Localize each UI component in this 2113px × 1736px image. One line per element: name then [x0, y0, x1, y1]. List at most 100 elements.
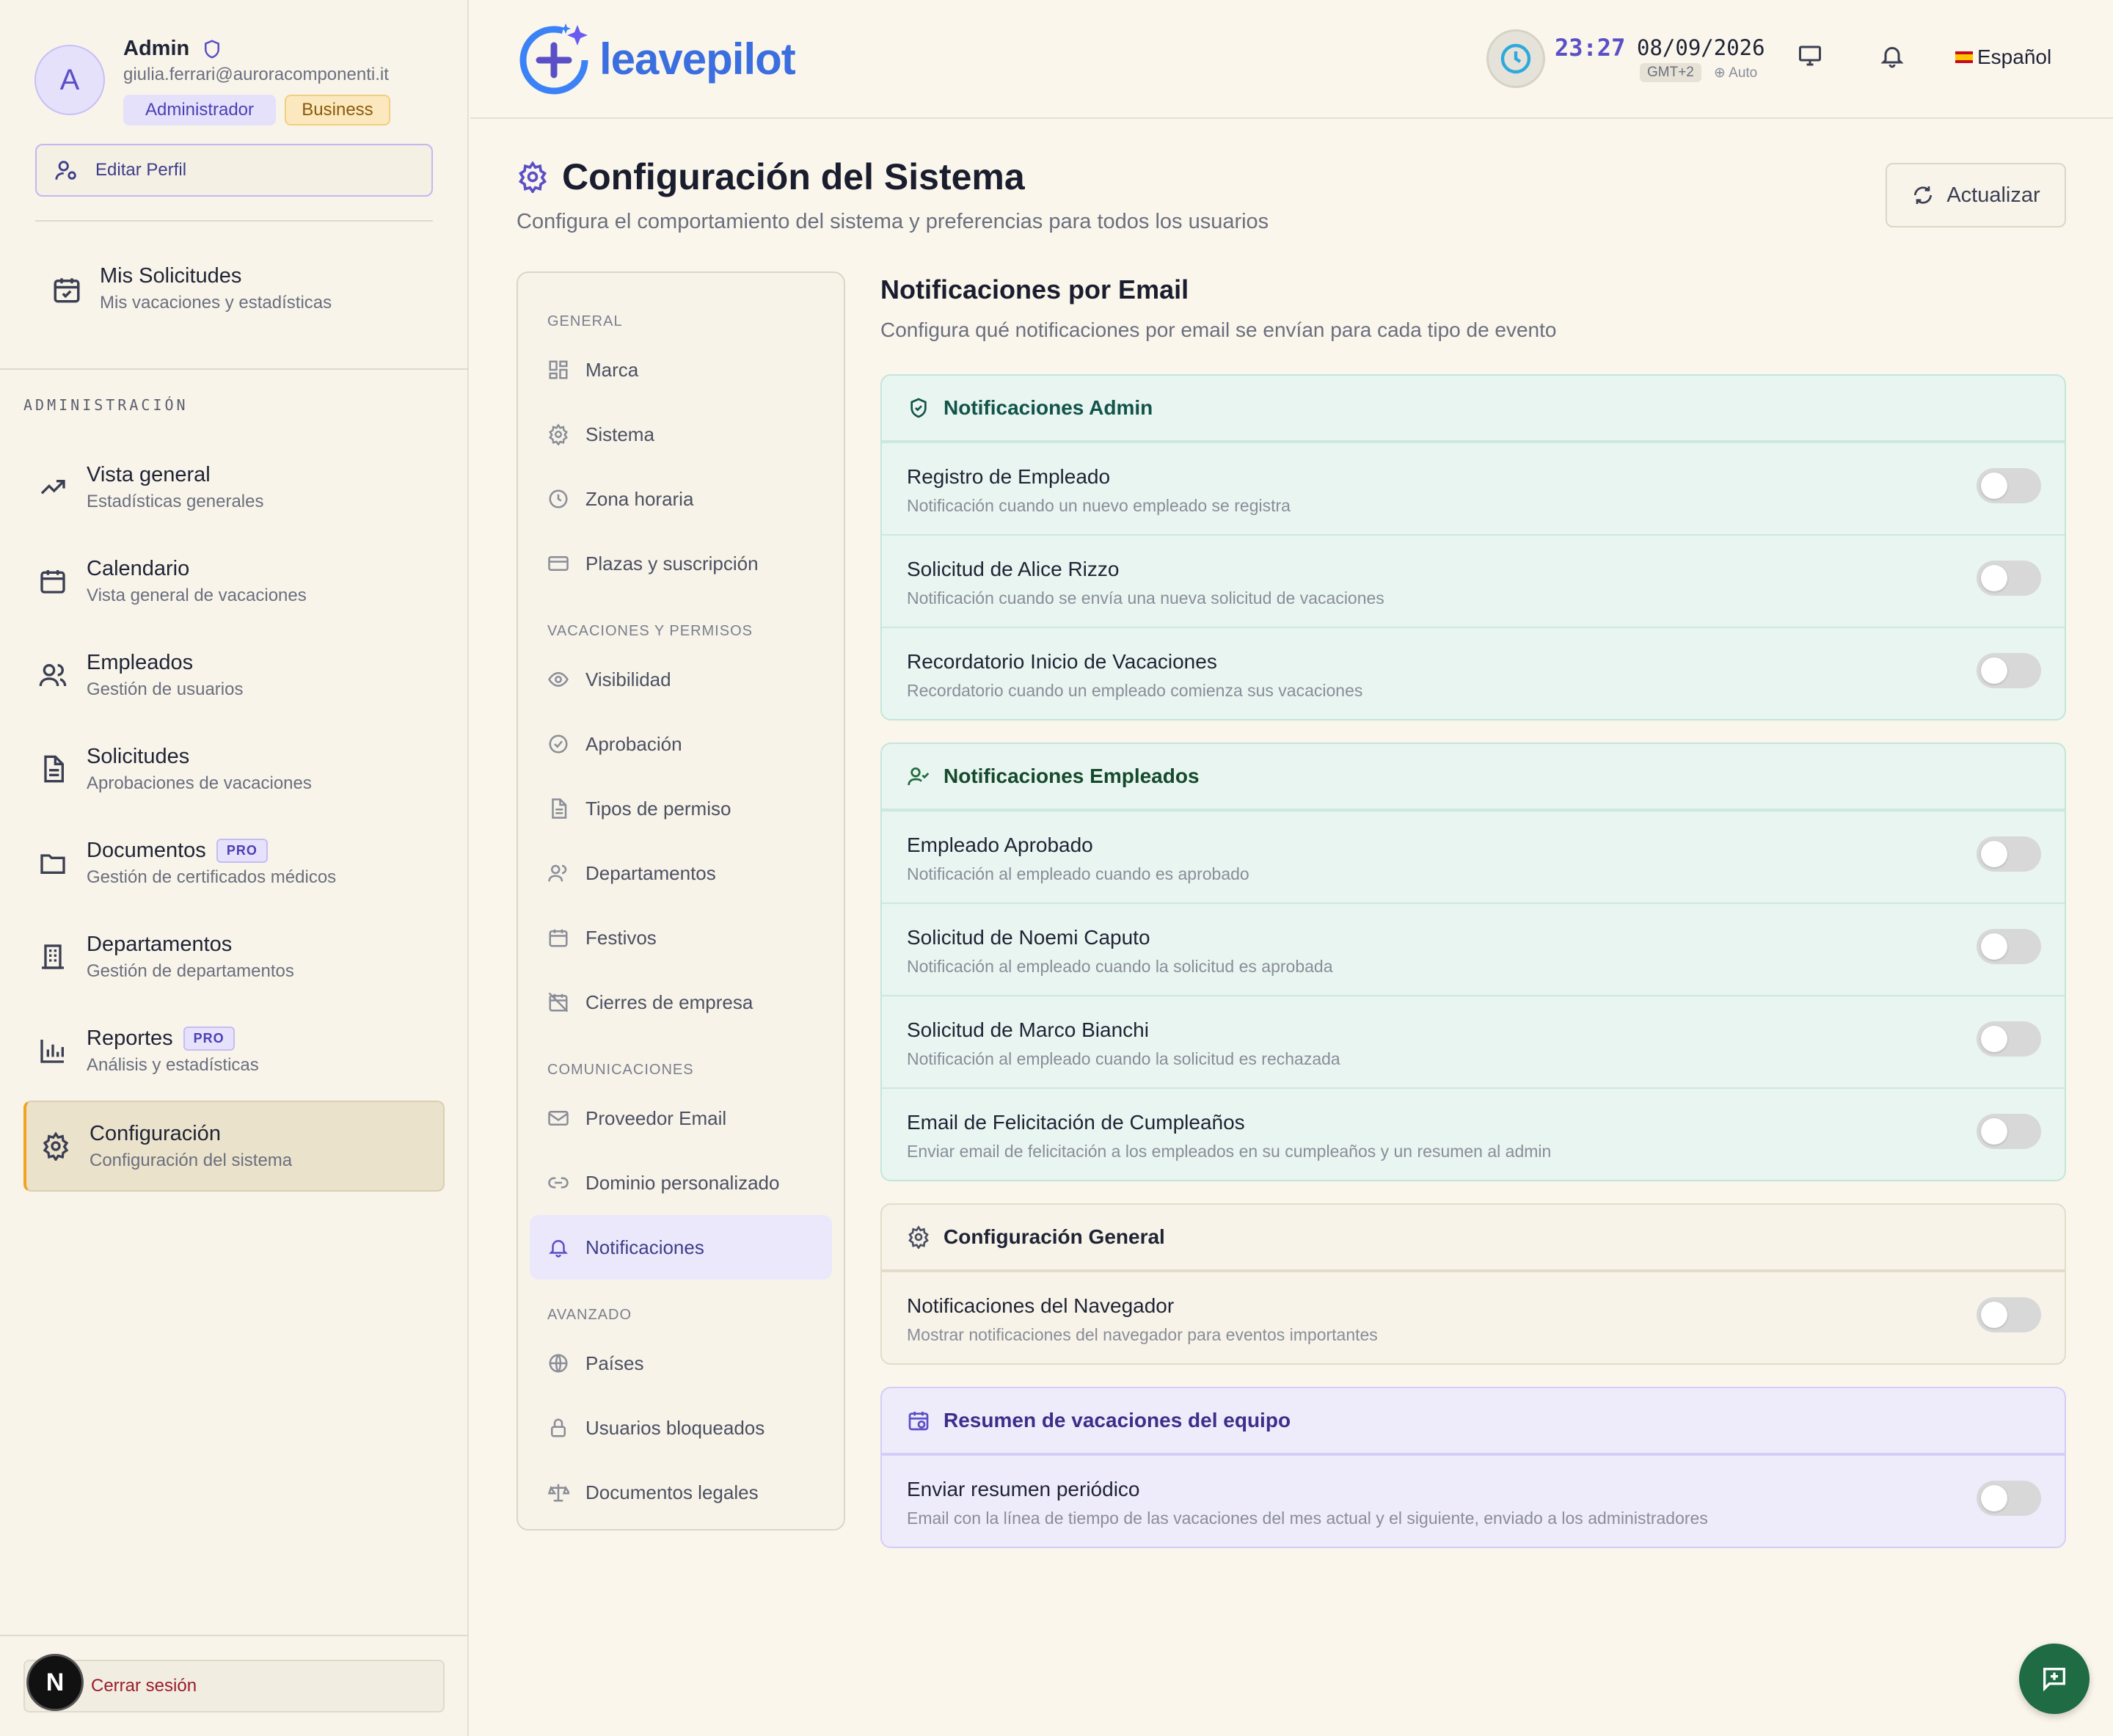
settings-item-label: Marca [585, 358, 639, 381]
toggle-switch[interactable] [1977, 1021, 2041, 1057]
card-header: Notificaciones Empleados [882, 744, 2065, 810]
setting-desc: Notificación cuando un nuevo empleado se… [907, 496, 1291, 515]
setting-title: Solicitud de Marco Bianchi [907, 1018, 1149, 1041]
settings-item-label: Dominio personalizado [585, 1171, 780, 1194]
toggle-switch[interactable] [1977, 1481, 2041, 1516]
toggle-switch[interactable] [1977, 561, 2041, 596]
document-icon [44, 755, 64, 783]
toggle-switch[interactable] [1977, 653, 2041, 688]
settings-item-departamentos[interactable]: Departamentos [530, 841, 832, 905]
nav-item-reportes[interactable]: Reportes PRO Análisis y estadísticas [23, 1004, 445, 1098]
my-requests-link[interactable]: Mis Solicitudes Mis vacaciones y estadís… [51, 264, 332, 313]
refresh-button[interactable]: Actualizar [1886, 163, 2066, 227]
profile-email: giulia.ferrari@auroracomponenti.it [123, 65, 389, 84]
bar-chart-icon [40, 1040, 64, 1063]
user-avatar-badge[interactable]: N [26, 1654, 84, 1711]
credit-card-icon [548, 556, 569, 571]
users-icon [39, 664, 67, 687]
settings-item-cierres[interactable]: Cierres de empresa [530, 970, 832, 1035]
logout-button[interactable]: Cerrar sesión [23, 1660, 445, 1713]
settings-item-zona-horaria[interactable]: Zona horaria [530, 467, 832, 531]
settings-item-festivos[interactable]: Festivos [530, 905, 832, 970]
settings-item-label: Departamentos [585, 861, 716, 884]
message-plus-icon [2043, 1668, 2065, 1692]
settings-item-label: Visibilidad [585, 668, 671, 690]
toggle-switch[interactable] [1977, 929, 2041, 964]
plan-badge: Business [285, 95, 390, 125]
nav-item-departamentos[interactable]: Departamentos Gestión de departamentos [23, 910, 445, 1004]
card-title: Notificaciones Admin [944, 396, 1153, 419]
time-display: 23:27 [1555, 34, 1626, 62]
settings-item-label: Plazas y suscripción [585, 552, 759, 575]
settings-item-visibilidad[interactable]: Visibilidad [530, 647, 832, 712]
logo[interactable]: leavepilot [517, 21, 796, 97]
globe-icon [549, 1354, 568, 1373]
nav-item-calendario[interactable]: Calendario Vista general de vacaciones [23, 534, 445, 628]
card-header: Resumen de vacaciones del equipo [882, 1388, 2065, 1454]
bell-icon[interactable] [1879, 43, 1905, 69]
setting-row: Solicitud de Marco Bianchi Notificación a… [882, 995, 2065, 1087]
nav-item-title: Vista general [87, 462, 211, 486]
card-title: Configuración General [944, 1225, 1165, 1248]
setting-row: Recordatorio Inicio de Vacaciones Recorda… [882, 627, 2065, 719]
clock-button[interactable] [1486, 29, 1545, 88]
edit-profile-button[interactable]: Editar Perfil [35, 144, 433, 197]
settings-group-title: COMUNICACIONES [547, 1061, 694, 1078]
settings-item-tipos-permiso[interactable]: Tipos de permiso [530, 776, 832, 841]
feedback-button[interactable] [2019, 1644, 2090, 1714]
settings-item-label: Cierres de empresa [585, 991, 753, 1013]
nav-item-title: Documentos [87, 838, 206, 862]
gear-icon [518, 161, 547, 193]
setting-desc: Notificación cuando se envía una nueva s… [907, 588, 1384, 608]
settings-item-label: Proveedor Email [585, 1106, 727, 1129]
setting-title: Solicitud de Alice Rizzo [907, 558, 1120, 580]
nav-item-empleados[interactable]: Empleados Gestión de usuarios [23, 628, 445, 722]
date-display: 08/09/2026 [1637, 35, 1765, 60]
monitor-icon[interactable] [1797, 43, 1823, 69]
setting-title: Empleado Aprobado [907, 834, 1093, 856]
main-content: Notificaciones por Email Configura qué n… [880, 274, 2066, 1548]
toggle-switch[interactable] [1977, 1114, 2041, 1149]
nav-item-subtitle: Vista general de vacaciones [87, 585, 307, 605]
spain-flag-icon [1955, 51, 1973, 63]
setting-row: Solicitud de Alice Rizzo Notificación cua… [882, 534, 2065, 627]
mail-icon [548, 1111, 569, 1126]
setting-desc: Enviar email de felicitación a los emple… [907, 1142, 1552, 1161]
setting-row: Solicitud de Noemi Caputo Notificación al… [882, 902, 2065, 995]
nav-item-solicitudes[interactable]: Solicitudes Aprobaciones de vacaciones [23, 722, 445, 816]
setting-desc: Email con la línea de tiempo de las vaca… [907, 1509, 1708, 1528]
settings-item-marca[interactable]: Marca [530, 338, 832, 402]
plus-circle-logo-icon [519, 23, 588, 95]
pro-badge: PRO [216, 838, 268, 863]
nav-item-title-row: Documentos PRO [87, 838, 336, 863]
toggle-switch[interactable] [1977, 1297, 2041, 1332]
settings-item-sistema[interactable]: Sistema [530, 402, 832, 467]
setting-title: Solicitud de Noemi Caputo [907, 926, 1150, 949]
avatar[interactable]: A [34, 45, 105, 115]
settings-item-notificaciones[interactable]: Notificaciones [530, 1215, 832, 1280]
settings-item-documentos-legales[interactable]: Documentos legales [530, 1460, 832, 1525]
language-selector[interactable]: Español [1955, 45, 2051, 69]
role-badge: Administrador [123, 95, 276, 125]
settings-item-plazas[interactable]: Plazas y suscripción [530, 531, 832, 596]
nav-item-configuracion[interactable]: Configuración Configuración del sistema [23, 1101, 445, 1192]
settings-item-aprobacion[interactable]: Aprobación [530, 712, 832, 776]
my-requests-subtitle: Mis vacaciones y estadísticas [100, 293, 332, 313]
settings-item-usuarios-bloqueados[interactable]: Usuarios bloqueados [530, 1396, 832, 1460]
admin-nav: Vista general Estadísticas generales Cale… [23, 440, 445, 1192]
nav-item-subtitle: Gestión de departamentos [87, 960, 294, 981]
settings-item-proveedor-email[interactable]: Proveedor Email [530, 1086, 832, 1150]
setting-row: Empleado Aprobado Notificación al emplead… [882, 810, 2065, 902]
toggle-switch[interactable] [1977, 468, 2041, 503]
nav-item-title-row: Reportes PRO [87, 1026, 259, 1051]
settings-item-paises[interactable]: Países [530, 1331, 832, 1396]
toggle-switch[interactable] [1977, 836, 2041, 872]
nav-item-vista-general[interactable]: Vista general Estadísticas generales [23, 440, 445, 534]
page-header: Configuración del Sistema [517, 156, 1025, 198]
check-circle-icon [549, 734, 568, 754]
timezone-mode: ⊕ Auto [1714, 65, 1757, 81]
nav-item-subtitle: Configuración del sistema [90, 1150, 293, 1170]
admin-section-title: ADMINISTRACIÓN [23, 396, 189, 414]
nav-item-documentos[interactable]: Documentos PRO Gestión de certificados méd… [23, 816, 445, 910]
settings-item-dominio[interactable]: Dominio personalizado [530, 1150, 832, 1215]
